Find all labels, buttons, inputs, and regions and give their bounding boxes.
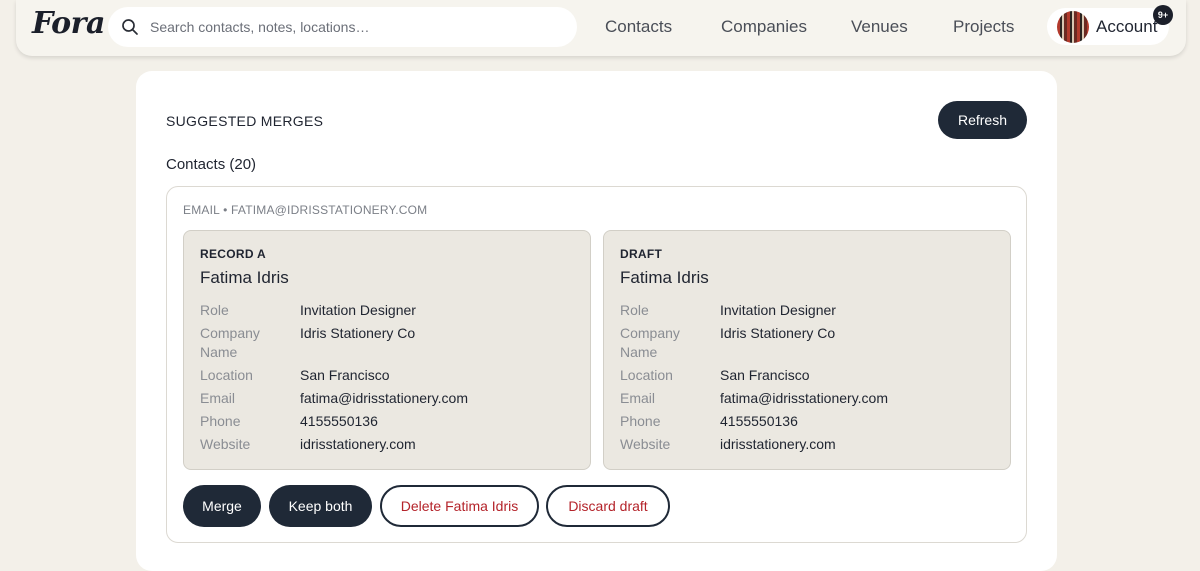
record-name: Fatima Idris xyxy=(200,268,289,287)
notification-badge: 9+ xyxy=(1153,5,1173,25)
field-value-company: Idris Stationery Co xyxy=(300,325,416,341)
field-value-company: Idris Stationery Co xyxy=(720,325,836,341)
record-kind-label: RECORD A xyxy=(200,247,266,261)
app-logo[interactable]: Fora xyxy=(32,6,105,41)
delete-record-button[interactable]: Delete Fatima Idris xyxy=(380,485,539,527)
field-value-website: idrisstationery.com xyxy=(300,436,416,452)
field-label-phone: Phone xyxy=(200,413,241,429)
field-value-phone: 4155550136 xyxy=(720,413,798,429)
field-label-email: Email xyxy=(200,390,236,406)
field-value-website: idrisstationery.com xyxy=(720,436,836,452)
field-label-role: Role xyxy=(200,302,229,318)
nav-venues[interactable]: Venues xyxy=(851,17,908,37)
discard-draft-button[interactable]: Discard draft xyxy=(546,485,670,527)
field-label-location: Location xyxy=(620,367,673,383)
field-label-website: Website xyxy=(200,436,251,452)
merge-suggestion-card: EMAIL • FATIMA@IDRISSTATIONERY.COM RECOR… xyxy=(166,186,1027,543)
field-value-location: San Francisco xyxy=(300,367,390,383)
search-input[interactable] xyxy=(150,7,560,47)
field-label-company: Company Name xyxy=(200,325,260,360)
nav-projects[interactable]: Projects xyxy=(953,17,1014,37)
record-a-card: RECORD A Fatima Idris Role Invitation De… xyxy=(183,230,591,470)
field-label-location: Location xyxy=(200,367,253,383)
keep-both-button[interactable]: Keep both xyxy=(269,485,372,527)
contacts-count-heading: Contacts (20) xyxy=(166,156,257,173)
field-label-website: Website xyxy=(620,436,671,452)
field-label-role: Role xyxy=(620,302,649,318)
field-label-email: Email xyxy=(620,390,656,406)
record-name: Fatima Idris xyxy=(620,268,709,287)
field-value-location: San Francisco xyxy=(720,367,810,383)
merge-button[interactable]: Merge xyxy=(183,485,261,527)
field-value-role: Invitation Designer xyxy=(300,302,416,318)
nav-companies[interactable]: Companies xyxy=(721,17,807,37)
field-label-phone: Phone xyxy=(620,413,661,429)
field-value-phone: 4155550136 xyxy=(300,413,378,429)
suggested-merges-panel: SUGGESTED MERGES Refresh Contacts (20) E… xyxy=(136,71,1057,571)
field-value-email: fatima@idrisstationery.com xyxy=(300,390,468,406)
refresh-button[interactable]: Refresh xyxy=(938,101,1027,139)
match-key-label: EMAIL • FATIMA@IDRISSTATIONERY.COM xyxy=(183,203,428,217)
account-label: Account xyxy=(1096,17,1158,36)
section-title: SUGGESTED MERGES xyxy=(166,113,324,129)
field-value-email: fatima@idrisstationery.com xyxy=(720,390,888,406)
search-box[interactable] xyxy=(108,7,577,47)
search-icon xyxy=(122,19,138,35)
nav-contacts[interactable]: Contacts xyxy=(605,17,672,37)
top-navigation-bar: Fora Contacts Companies Venues Projects … xyxy=(16,0,1186,56)
field-value-role: Invitation Designer xyxy=(720,302,836,318)
account-button[interactable]: Account xyxy=(1047,8,1169,45)
record-kind-label: DRAFT xyxy=(620,247,663,261)
avatar xyxy=(1057,11,1089,43)
draft-record-card: DRAFT Fatima Idris Role Invitation Desig… xyxy=(603,230,1011,470)
field-label-company: Company Name xyxy=(620,325,680,360)
